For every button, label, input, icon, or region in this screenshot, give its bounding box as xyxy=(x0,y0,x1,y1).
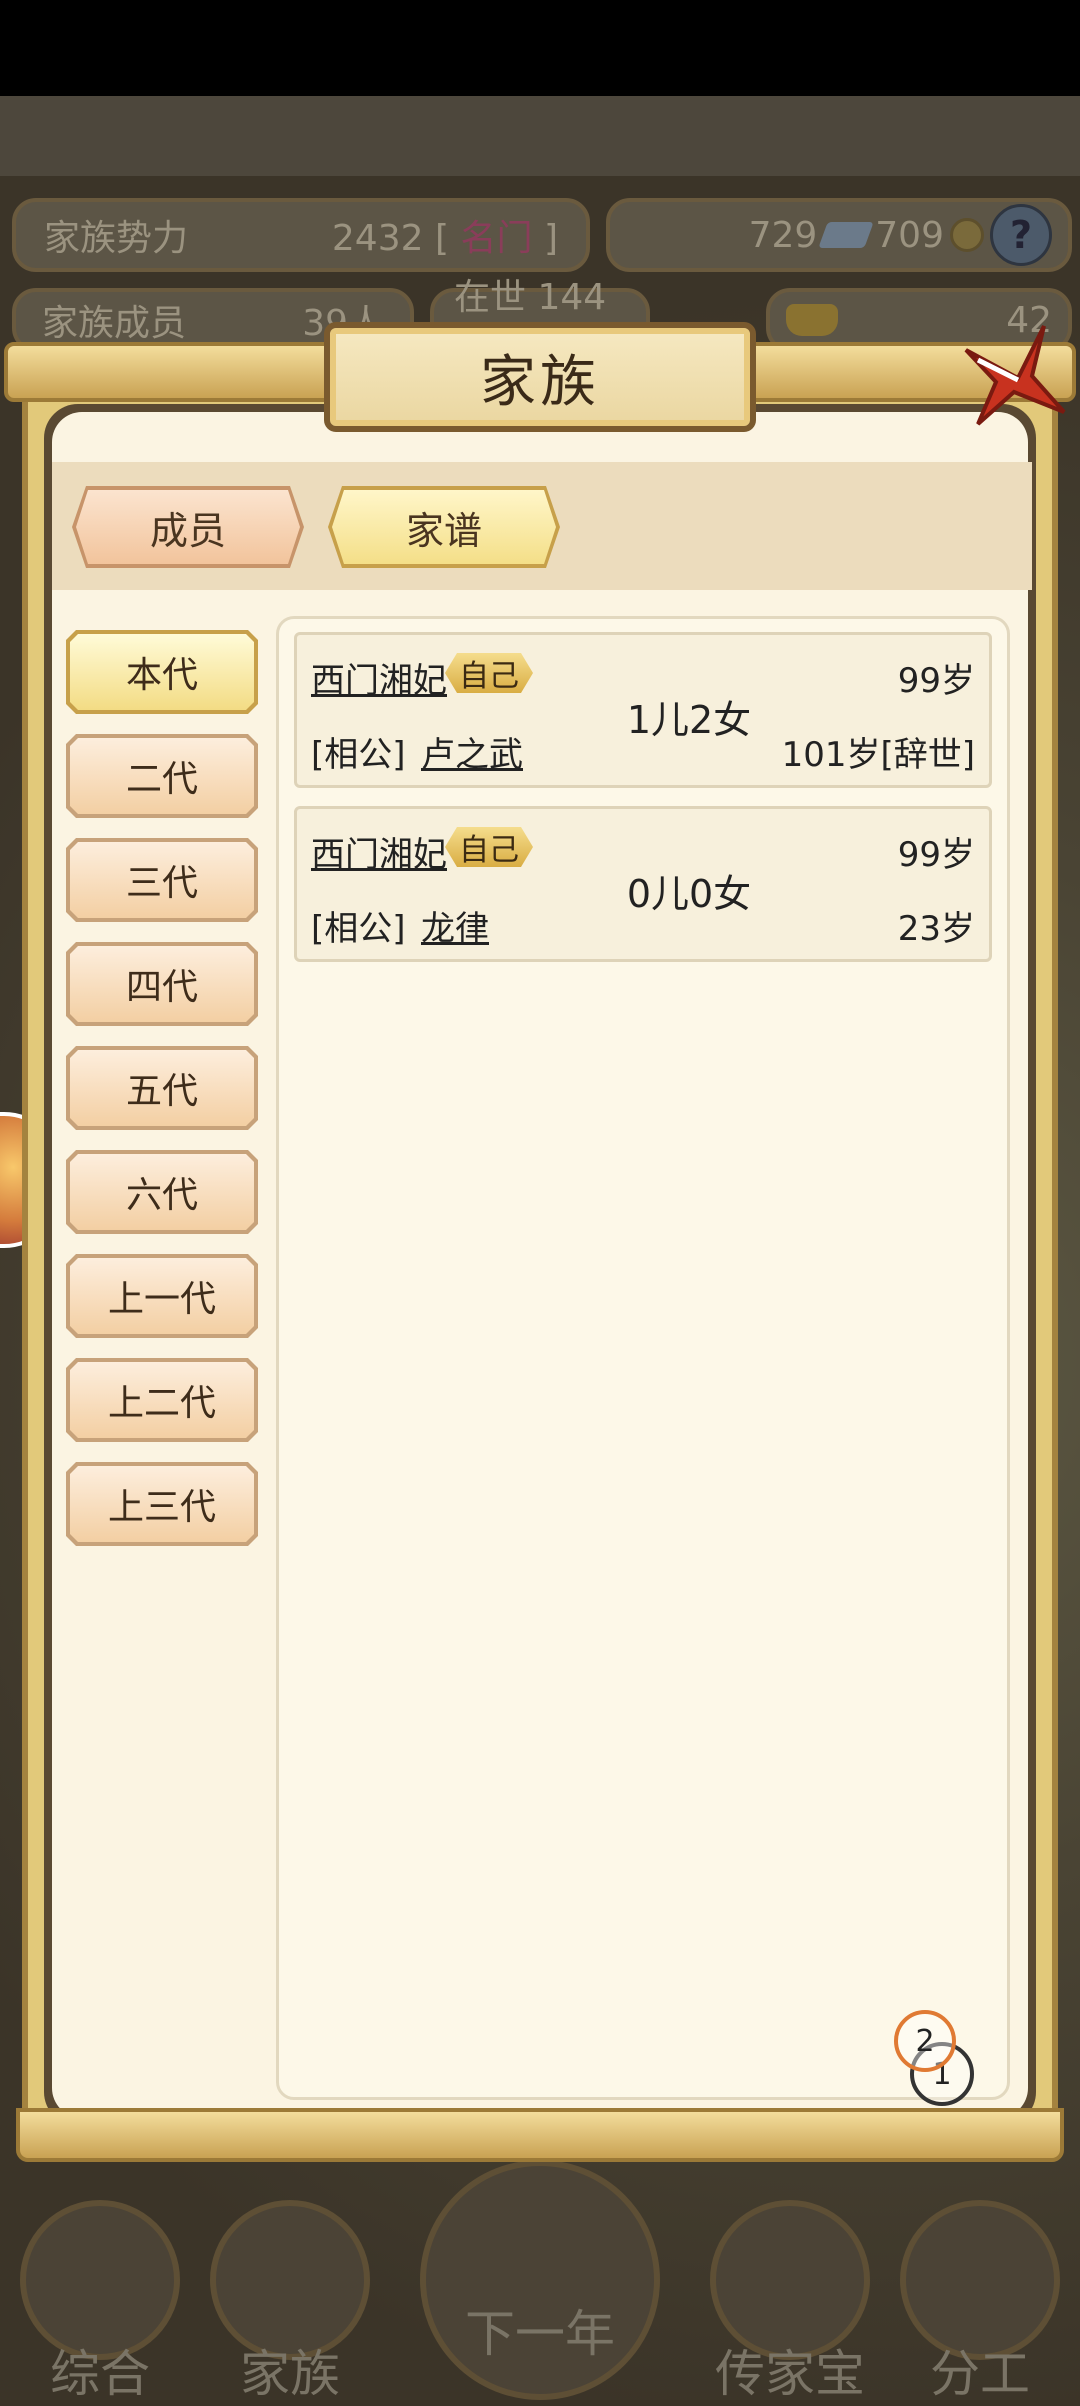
nav-assign[interactable]: 分工 xyxy=(890,2200,1070,2403)
spouse-name[interactable]: 龙律 xyxy=(421,901,489,950)
coins-value: 709 xyxy=(875,214,944,256)
currency-panel: 729 709 ? xyxy=(606,198,1072,272)
gen-prev-1[interactable]: 上一代 xyxy=(66,1254,258,1338)
gen-4[interactable]: 四代 xyxy=(66,942,258,1026)
gen-label: 上二代 xyxy=(70,1362,254,1438)
gen-current[interactable]: 本代 xyxy=(66,630,258,714)
tab-members[interactable]: 成员 xyxy=(72,486,304,568)
dialog-title: 家族 xyxy=(480,349,600,415)
close-icon xyxy=(964,325,1066,426)
bottom-nav: 综合 家族 下一年 传家宝 分工 xyxy=(0,2160,1080,2403)
gen-prev-2[interactable]: 上二代 xyxy=(66,1358,258,1442)
spouse-prefix: [相公] xyxy=(311,735,406,775)
gen-label: 三代 xyxy=(70,842,254,918)
gen-prev-3[interactable]: 上三代 xyxy=(66,1462,258,1546)
nav-family[interactable]: 家族 xyxy=(200,2200,380,2403)
close-button[interactable] xyxy=(948,320,1068,430)
nav-assign-label: 分工 xyxy=(930,2345,1030,2403)
family-power-label: 家族势力 xyxy=(44,218,189,259)
nav-next-year-label: 下一年 xyxy=(465,2305,615,2363)
gen-label: 二代 xyxy=(70,738,254,814)
dialog-wing-left xyxy=(4,342,334,402)
members-label: 家族成员 xyxy=(42,303,187,344)
gen-label: 六代 xyxy=(70,1154,254,1230)
gold-ingot-icon xyxy=(786,304,838,336)
help-icon[interactable]: ? xyxy=(990,204,1052,266)
nav-heirloom[interactable]: 传家宝 xyxy=(700,2200,880,2403)
list-item[interactable]: 西门湘妃 自己 99岁 1儿2女 [相公] 卢之武 101岁[辞世] xyxy=(294,632,992,788)
top-strip xyxy=(0,96,1080,176)
dialog-title-plaque: 家族 xyxy=(324,322,756,432)
nav-overview[interactable]: 综合 xyxy=(10,2200,190,2403)
dialog-bottom-trim xyxy=(16,2108,1064,2162)
coin-icon xyxy=(950,218,984,252)
tab-members-label: 成员 xyxy=(149,508,226,553)
gen-label: 本代 xyxy=(70,634,254,710)
spouse-name[interactable]: 卢之武 xyxy=(421,727,523,776)
family-power-value: 2432 [ 名门 ] xyxy=(331,218,558,259)
self-badge: 自己 xyxy=(445,827,533,867)
gen-label: 五代 xyxy=(70,1050,254,1126)
gen-2[interactable]: 二代 xyxy=(66,734,258,818)
status-bar xyxy=(0,0,1080,96)
silver-value: 729 xyxy=(748,214,818,256)
tab-family-tree[interactable]: 家谱 xyxy=(328,486,560,568)
gen-label: 上一代 xyxy=(70,1258,254,1334)
gen-label: 四代 xyxy=(70,946,254,1022)
gen-3[interactable]: 三代 xyxy=(66,838,258,922)
self-badge: 自己 xyxy=(445,653,533,693)
spouse-prefix: [相公] xyxy=(311,909,406,949)
gen-6[interactable]: 六代 xyxy=(66,1150,258,1234)
touch-marker-2: 2 xyxy=(894,2010,956,2072)
list-item[interactable]: 西门湘妃 自己 99岁 0儿0女 [相公] 龙律 23岁 xyxy=(294,806,992,962)
spouse-age: 23岁 xyxy=(897,909,975,949)
silver-icon xyxy=(818,222,875,248)
tab-family-tree-label: 家谱 xyxy=(405,508,482,553)
gen-5[interactable]: 五代 xyxy=(66,1046,258,1130)
nav-overview-label: 综合 xyxy=(50,2345,150,2403)
nav-heirloom-label: 传家宝 xyxy=(715,2345,865,2403)
nav-family-label: 家族 xyxy=(240,2345,340,2403)
spouse-age: 101岁[辞世] xyxy=(781,735,975,775)
gen-label: 上三代 xyxy=(70,1466,254,1542)
nav-next-year[interactable]: 下一年 xyxy=(390,2160,690,2400)
family-power-panel: 家族势力 2432 [ 名门 ] xyxy=(12,198,590,272)
